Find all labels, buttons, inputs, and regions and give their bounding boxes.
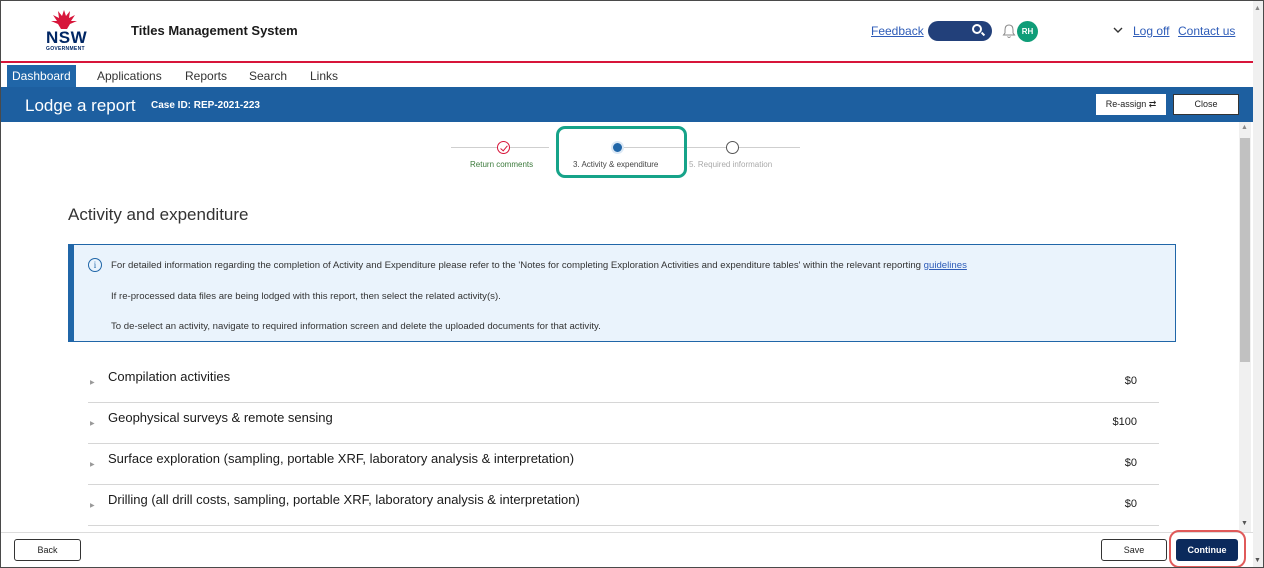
info-line-1-text: For detailed information regarding the c… bbox=[111, 260, 921, 271]
bell-icon[interactable] bbox=[1002, 23, 1016, 39]
window-scrollbar[interactable] bbox=[1253, 1, 1263, 567]
chevron-down-icon[interactable] bbox=[1113, 25, 1123, 35]
activity-amount: $0 bbox=[1124, 457, 1137, 469]
nav-item-reports[interactable]: Reports bbox=[180, 65, 232, 87]
save-button[interactable]: Save bbox=[1101, 539, 1167, 561]
activity-row-drilling[interactable]: ▶ Drilling (all drill costs, sampling, p… bbox=[88, 485, 1159, 526]
activity-label: Compilation activities bbox=[108, 369, 231, 384]
scroll-down-arrow-icon[interactable]: ▼ bbox=[1241, 520, 1248, 527]
activity-row-geophysical[interactable]: ▶ Geophysical surveys & remote sensing $… bbox=[88, 403, 1159, 444]
footer-bar bbox=[1, 532, 1253, 567]
page-title: Lodge a report bbox=[25, 96, 136, 115]
nsw-logo[interactable]: NSW GOVERNMENT bbox=[41, 8, 89, 56]
window-scroll-down-arrow-icon[interactable]: ▼ bbox=[1254, 557, 1261, 564]
activity-amount: $0 bbox=[1124, 375, 1137, 387]
waratah-icon bbox=[51, 10, 77, 29]
step-todo-dot[interactable] bbox=[726, 141, 739, 154]
nav-item-links[interactable]: Links bbox=[305, 65, 343, 87]
expand-caret-icon[interactable]: ▶ bbox=[90, 502, 95, 509]
activity-amount: $0 bbox=[1124, 498, 1137, 510]
search-icon bbox=[972, 24, 982, 34]
logo-wordmark: NSW bbox=[46, 28, 88, 47]
content-scrollbar-thumb[interactable] bbox=[1240, 138, 1250, 362]
activity-row-compilation[interactable]: ▶ Compilation activities $0 bbox=[88, 362, 1159, 403]
activity-label: Geophysical surveys & remote sensing bbox=[108, 410, 333, 425]
activity-label: Surface exploration (sampling, portable … bbox=[108, 451, 575, 466]
nav-item-search[interactable]: Search bbox=[244, 65, 292, 87]
app-window: NSW GOVERNMENT Titles Management System … bbox=[0, 0, 1264, 568]
search-box[interactable] bbox=[928, 21, 992, 41]
window-scroll-up-arrow-icon[interactable]: ▲ bbox=[1254, 5, 1261, 12]
page-header-bar: Lodge a report Case ID: REP-2021-223 Re-… bbox=[1, 87, 1263, 122]
activity-row-surface-exploration[interactable]: ▶ Surface exploration (sampling, portabl… bbox=[88, 444, 1159, 485]
guidelines-link[interactable]: guidelines bbox=[924, 260, 967, 271]
info-line-2: If re-processed data files are being lod… bbox=[111, 291, 501, 302]
info-callout: i For detailed information regarding the… bbox=[68, 244, 1176, 342]
expand-caret-icon[interactable]: ▶ bbox=[90, 379, 95, 386]
case-id: Case ID: REP-2021-223 bbox=[151, 100, 260, 111]
reassign-button[interactable]: Re-assign ⇄ bbox=[1096, 94, 1166, 115]
back-button[interactable]: Back bbox=[14, 539, 81, 561]
activity-amount: $100 bbox=[1112, 416, 1137, 428]
logoff-link[interactable]: Log off bbox=[1133, 24, 1169, 38]
main-nav: Dashboard Applications Reports Search Li… bbox=[1, 65, 1263, 87]
app-title: Titles Management System bbox=[131, 23, 298, 38]
logo-subtext: GOVERNMENT bbox=[46, 46, 85, 52]
step-label-return-comments[interactable]: Return comments bbox=[470, 160, 533, 169]
scroll-up-arrow-icon[interactable]: ▲ bbox=[1241, 124, 1248, 131]
current-step-highlight bbox=[556, 126, 687, 178]
header: NSW GOVERNMENT Titles Management System … bbox=[1, 1, 1263, 63]
avatar[interactable]: RH bbox=[1017, 21, 1038, 42]
info-line-3: To de-select an activity, navigate to re… bbox=[111, 321, 601, 332]
section-title: Activity and expenditure bbox=[68, 205, 249, 224]
step-label-required-information[interactable]: 5. Required information bbox=[689, 160, 772, 169]
nav-item-applications[interactable]: Applications bbox=[92, 65, 167, 87]
continue-highlight bbox=[1169, 530, 1246, 567]
step-done-check-icon[interactable] bbox=[497, 141, 510, 154]
info-line-1: For detailed information regarding the c… bbox=[111, 260, 967, 271]
expand-caret-icon[interactable]: ▶ bbox=[90, 461, 95, 468]
info-icon: i bbox=[88, 258, 102, 272]
expand-caret-icon[interactable]: ▶ bbox=[90, 420, 95, 427]
close-button[interactable]: Close bbox=[1173, 94, 1239, 115]
nav-item-dashboard[interactable]: Dashboard bbox=[7, 65, 76, 87]
contact-link[interactable]: Contact us bbox=[1178, 24, 1235, 38]
activity-label: Drilling (all drill costs, sampling, por… bbox=[108, 492, 580, 507]
feedback-link[interactable]: Feedback bbox=[871, 24, 924, 38]
